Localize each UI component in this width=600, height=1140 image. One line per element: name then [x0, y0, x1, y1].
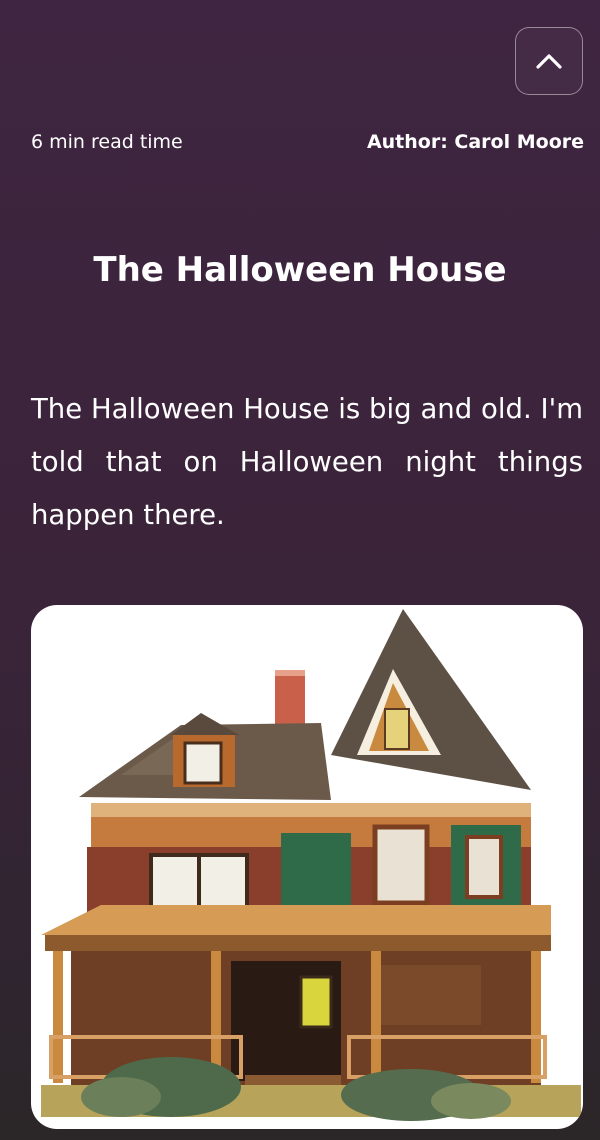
author-name: Author: Carol Moore [366, 131, 584, 153]
read-time: 6 min read time [31, 131, 183, 153]
scroll-to-top-button[interactable] [515, 27, 583, 95]
article-title: The Halloween House [93, 250, 507, 290]
article-image [31, 605, 583, 1129]
chevron-up-icon [536, 54, 562, 69]
article-meta: 6 min read time Author: Carol Moore [31, 129, 584, 155]
article-intro: The Halloween House is big and old. I'm … [31, 393, 583, 531]
victorian-house-icon [41, 609, 581, 1121]
